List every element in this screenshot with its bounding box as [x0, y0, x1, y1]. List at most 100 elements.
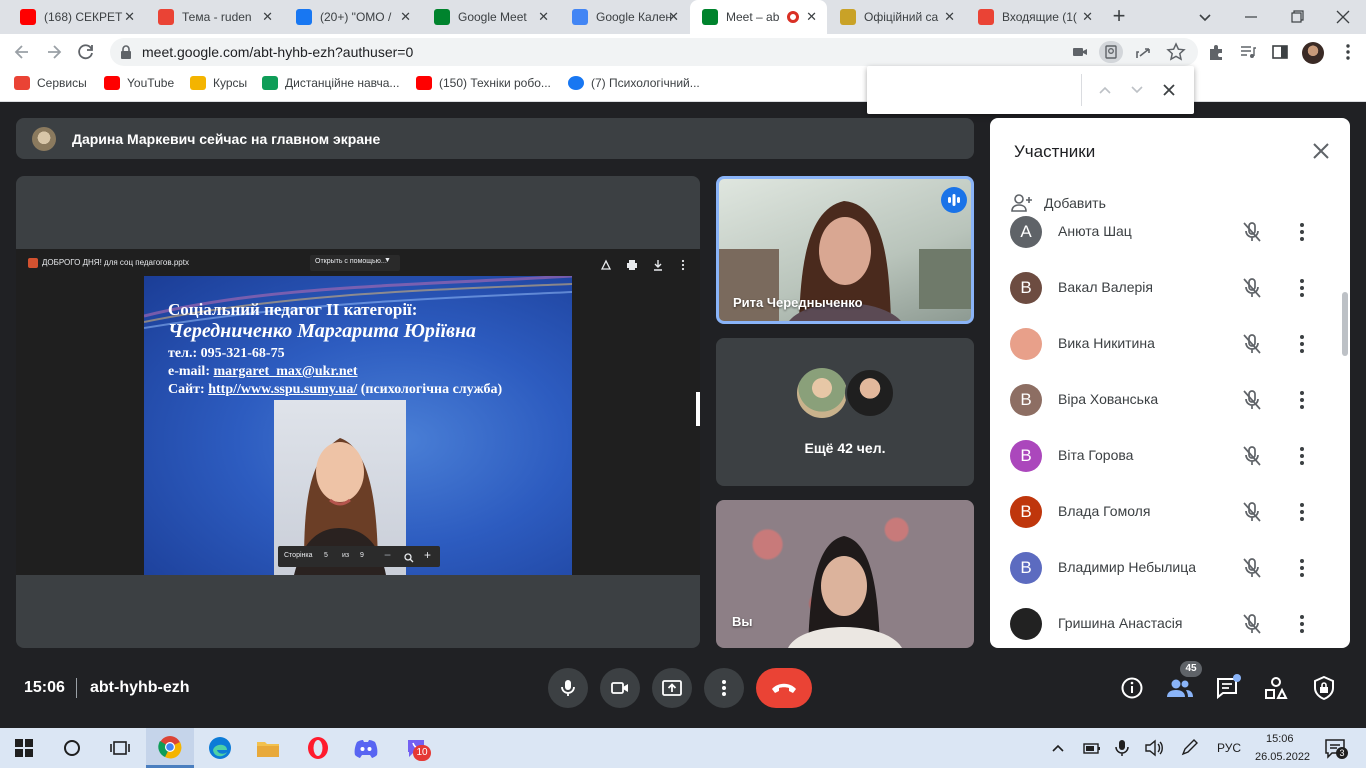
participant-more-icon[interactable] — [1292, 612, 1312, 636]
participant-row[interactable]: Вика Никитина — [990, 316, 1340, 372]
mic-off-icon[interactable] — [1240, 612, 1264, 636]
tab-close-icon[interactable]: ✕ — [262, 9, 273, 25]
slide-email-link[interactable]: margaret_max@ukr.net — [213, 364, 357, 379]
browser-tab[interactable]: Google Meet ✕ — [422, 0, 559, 34]
clock-time[interactable]: 15:06 — [1266, 733, 1294, 745]
panel-close-icon[interactable] — [1312, 142, 1330, 160]
taskbar-opera[interactable] — [294, 728, 342, 768]
host-controls-button[interactable] — [1312, 675, 1336, 701]
tab-close-icon[interactable]: ✕ — [124, 9, 135, 25]
pen-icon[interactable] — [1180, 739, 1200, 757]
more-options-button[interactable] — [704, 668, 744, 708]
lock-icon[interactable] — [120, 45, 132, 59]
mic-off-icon[interactable] — [1240, 444, 1264, 468]
url-text[interactable]: meet.google.com/abt-hyhb-ezh?authuser=0 — [142, 44, 413, 60]
bookmark-item[interactable]: Курсы — [190, 76, 247, 90]
tab-close-icon[interactable]: ✕ — [1082, 9, 1093, 25]
stage-scroll-handle[interactable] — [696, 392, 700, 426]
volume-icon[interactable] — [1144, 739, 1164, 757]
speaker-tile[interactable]: Рита Чередныченко — [716, 176, 974, 324]
taskbar-file-explorer[interactable] — [244, 728, 292, 768]
bookmark-item[interactable]: (150) Техніки робо... — [416, 76, 551, 90]
mic-off-icon[interactable] — [1240, 500, 1264, 524]
participant-row[interactable]: В Влада Гомоля — [990, 484, 1340, 540]
browser-tab[interactable]: (20+) "ОМО / ✕ — [284, 0, 421, 34]
participants-scrollbar[interactable] — [1342, 292, 1348, 356]
print-icon[interactable] — [626, 258, 638, 270]
people-button[interactable] — [1166, 676, 1194, 700]
open-with-button[interactable]: Открыть с помощью... ▼ — [310, 255, 400, 271]
browser-tab[interactable]: (168) СЕКРЕТ ✕ — [8, 0, 145, 34]
taskbar-edge[interactable] — [196, 728, 244, 768]
zoom-out-icon[interactable]: − — [384, 548, 391, 562]
meeting-details-button[interactable] — [1120, 676, 1144, 700]
browser-tab[interactable]: Офіційний са ✕ — [828, 0, 965, 34]
share-icon[interactable] — [1134, 43, 1152, 61]
camera-in-use-icon[interactable] — [1072, 44, 1088, 60]
participant-more-icon[interactable] — [1292, 556, 1312, 580]
browser-tab[interactable]: Тема - ruden ✕ — [146, 0, 283, 34]
browser-tab[interactable]: Meet – ab ✕ — [690, 0, 827, 34]
participant-row[interactable]: В Віра Хованська — [990, 372, 1340, 428]
microphone-button[interactable] — [548, 668, 588, 708]
others-tile[interactable]: Ещё 42 чел. — [716, 338, 974, 486]
mic-off-icon[interactable] — [1240, 556, 1264, 580]
find-close-icon[interactable] — [1161, 82, 1177, 98]
start-button[interactable] — [0, 728, 48, 768]
slide-site-link[interactable]: http//www.sspu.sumy.ua/ — [208, 382, 357, 397]
browser-tab[interactable]: Входящие (1(✕ — [966, 0, 1103, 34]
zoom-icon[interactable] — [404, 550, 414, 563]
tab-close-icon[interactable]: ✕ — [538, 9, 549, 25]
participant-more-icon[interactable] — [1292, 276, 1312, 300]
taskbar-discord[interactable] — [342, 728, 390, 768]
new-tab-button[interactable]: + — [1108, 5, 1130, 28]
search-button[interactable] — [48, 728, 96, 768]
participant-row[interactable]: Гришина Анастасія — [990, 596, 1340, 648]
participant-row[interactable]: В Віта Горова — [990, 428, 1340, 484]
chrome-menu-icon[interactable] — [1340, 43, 1356, 61]
download-icon[interactable] — [652, 258, 664, 271]
participant-more-icon[interactable] — [1292, 444, 1312, 468]
extensions-icon[interactable] — [1207, 43, 1225, 61]
bookmark-item[interactable]: YouTube — [104, 76, 174, 90]
participant-more-icon[interactable] — [1292, 332, 1312, 356]
activities-button[interactable] — [1264, 676, 1288, 700]
battery-icon[interactable] — [1082, 740, 1102, 756]
task-view-button[interactable] — [96, 728, 144, 768]
participant-row[interactable]: В Вакал Валерія — [990, 260, 1340, 316]
mic-off-icon[interactable] — [1240, 220, 1264, 244]
bookmark-item[interactable]: Сервисы — [14, 76, 87, 90]
self-tile[interactable]: Вы — [716, 500, 974, 648]
media-control-icon[interactable] — [1239, 43, 1257, 61]
zoom-in-icon[interactable]: + — [424, 548, 431, 562]
bookmark-item[interactable]: (7) Психологічний... — [568, 76, 700, 90]
taskbar-chrome[interactable] — [146, 728, 194, 768]
find-next-icon[interactable] — [1129, 82, 1145, 98]
participant-more-icon[interactable] — [1292, 500, 1312, 524]
tab-close-icon[interactable]: ✕ — [944, 9, 955, 25]
forward-button[interactable] — [44, 42, 64, 62]
mic-off-icon[interactable] — [1240, 332, 1264, 356]
input-language[interactable]: РУС — [1217, 741, 1241, 755]
tab-close-icon[interactable]: ✕ — [668, 9, 679, 25]
present-screen-button[interactable] — [652, 668, 692, 708]
add-to-drive-icon[interactable] — [600, 258, 612, 270]
clock-date[interactable]: 26.05.2022 — [1255, 751, 1310, 763]
back-button[interactable] — [12, 42, 32, 62]
profile-avatar[interactable] — [1302, 42, 1324, 64]
side-panel-icon[interactable] — [1271, 43, 1289, 61]
mic-off-icon[interactable] — [1240, 388, 1264, 412]
participant-more-icon[interactable] — [1292, 220, 1312, 244]
notifications-button[interactable]: 3 — [1324, 738, 1348, 760]
close-window-button[interactable] — [1334, 8, 1352, 26]
find-in-page-icon[interactable] — [1099, 41, 1123, 63]
tab-close-icon[interactable]: ✕ — [400, 9, 411, 25]
participant-row[interactable]: А Анюта Шац — [990, 206, 1340, 260]
leave-call-button[interactable] — [756, 668, 812, 708]
find-input[interactable] — [877, 78, 1077, 102]
show-hidden-icons[interactable] — [1050, 740, 1066, 756]
participant-row[interactable]: В Владимир Небылица — [990, 540, 1340, 596]
pager-page-input[interactable]: 5 — [324, 552, 328, 559]
bookmark-star-icon[interactable] — [1166, 42, 1186, 62]
browser-tab[interactable]: Google Кален ✕ — [560, 0, 689, 34]
